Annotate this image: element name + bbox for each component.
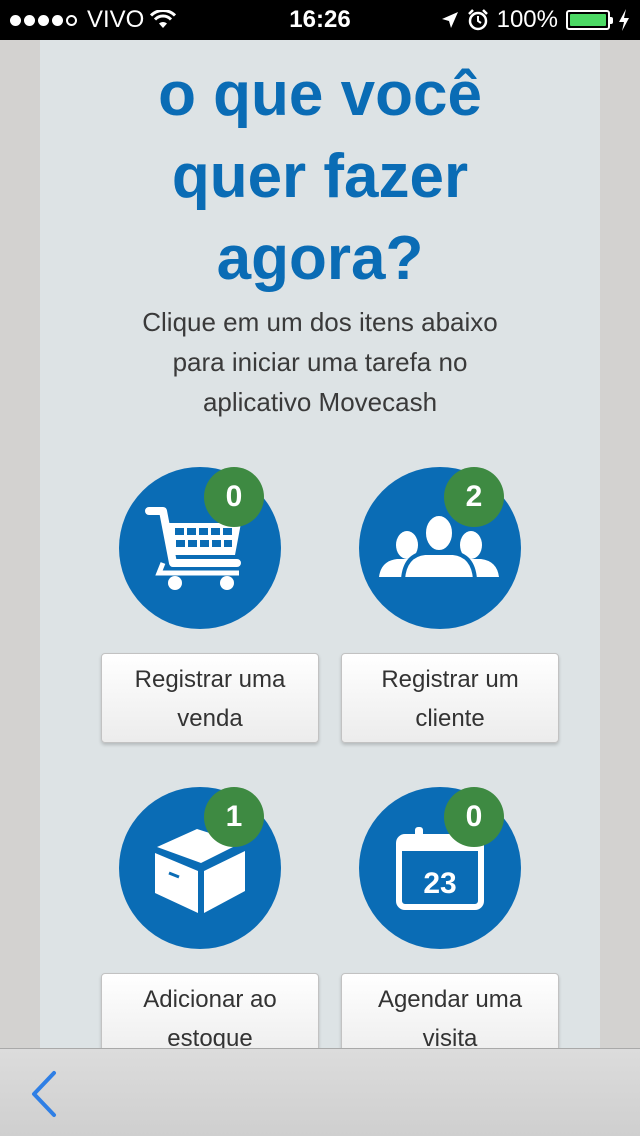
client-count-badge: 2 bbox=[444, 467, 504, 527]
schedule-visit-button[interactable]: Agendar uma visita bbox=[341, 973, 559, 1048]
instructions-text: Clique em um dos itens abaixo para inici… bbox=[100, 302, 540, 422]
register-sale-label-line-2: venda bbox=[177, 705, 243, 732]
instructions-line-1: Clique em um dos itens abaixo bbox=[142, 307, 498, 337]
location-arrow-icon bbox=[441, 12, 458, 28]
sale-count-badge: 0 bbox=[204, 467, 264, 527]
schedule-visit-label-line-2: visita bbox=[422, 1025, 478, 1048]
title-line-3: agora? bbox=[216, 224, 424, 293]
battery-icon bbox=[566, 10, 613, 30]
calendar-day-text: 23 bbox=[423, 867, 456, 900]
register-sale-button[interactable]: Registrar uma venda bbox=[101, 653, 319, 743]
status-right: 100% bbox=[441, 0, 630, 40]
battery-percentage: 100% bbox=[496, 6, 558, 33]
register-client-label-line-2: cliente bbox=[415, 705, 485, 732]
register-client-label-line-1: Registrar um bbox=[381, 666, 519, 693]
title-line-1: o que você bbox=[158, 60, 482, 129]
chevron-left-icon bbox=[32, 1071, 56, 1117]
schedule-visit-label-line-1: Agendar uma bbox=[377, 986, 523, 1013]
charging-bolt-icon bbox=[619, 9, 629, 31]
instructions-line-2: para iniciar uma tarefa no bbox=[172, 347, 468, 377]
bottom-toolbar bbox=[0, 1048, 640, 1136]
page-title: o que você quer fazer agora? bbox=[40, 54, 600, 300]
alarm-clock-icon bbox=[467, 9, 488, 31]
instructions-line-3: aplicativo Movecash bbox=[202, 387, 438, 417]
stock-count-badge: 1 bbox=[204, 787, 264, 847]
title-line-2: quer fazer bbox=[171, 142, 469, 211]
status-bar: VIVO 16:26 100% bbox=[0, 0, 640, 40]
add-stock-label-line-2: estoque bbox=[167, 1025, 253, 1048]
add-stock-label-line-1: Adicionar ao bbox=[143, 986, 277, 1013]
content-panel: o que você quer fazer agora? Clique em u… bbox=[40, 40, 600, 1048]
visit-count-badge: 0 bbox=[444, 787, 504, 847]
back-button[interactable] bbox=[26, 1069, 66, 1119]
add-stock-button[interactable]: Adicionar ao estoque bbox=[101, 973, 319, 1048]
register-sale-label-line-1: Registrar uma bbox=[134, 666, 286, 693]
battery-fill bbox=[570, 14, 606, 26]
register-client-button[interactable]: Registrar um cliente bbox=[341, 653, 559, 743]
